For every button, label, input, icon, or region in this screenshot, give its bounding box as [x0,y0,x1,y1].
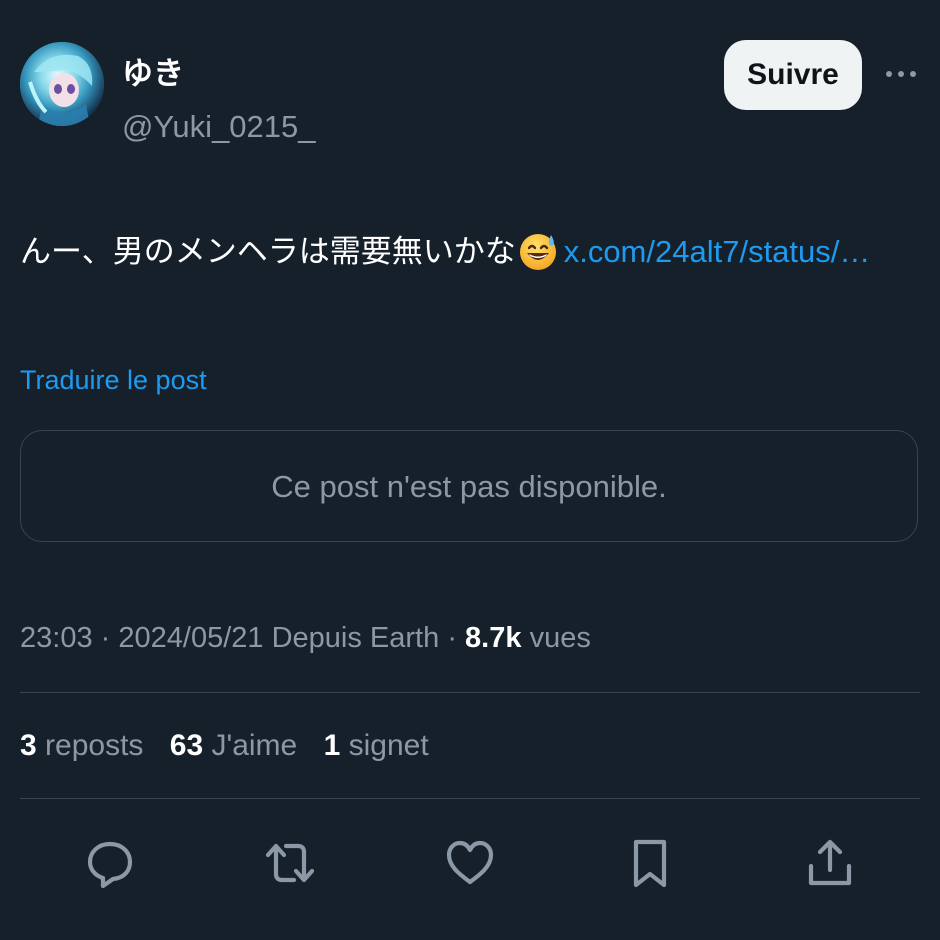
likes-count: 63 [169,729,204,762]
grinning-face-with-sweat-icon [518,231,558,271]
bookmark-icon[interactable] [623,836,677,890]
post-time[interactable]: 23:03 [20,622,93,654]
quoted-post-card[interactable]: Ce post n'est pas disponible. [20,430,918,542]
divider [20,692,920,693]
views-count: 8.7k [465,622,522,654]
post-body: んー、男のメンヘラは需要無いかな x.com/24alt7/status/… [20,228,870,276]
like-icon[interactable] [443,836,497,890]
author-display-name[interactable]: ゆき [122,55,184,93]
reposts-label: reposts [45,729,144,762]
repost-icon[interactable] [263,836,317,890]
views-label: vues [529,622,591,654]
reposts-stat[interactable]: 3 reposts [20,728,143,764]
author-handle[interactable]: @Yuki_0215_ [122,108,316,146]
post-meta: 23:03 · 2024/05/21 Depuis Earth · 8.7k v… [20,620,591,656]
post-link[interactable]: x.com/24alt7/status/… [564,234,871,269]
post-stats: 3 reposts 63 J'aime 1 signet [20,728,447,764]
post-source: Depuis Earth [271,622,440,654]
translate-post-link[interactable]: Traduire le post [20,362,207,398]
meta-separator: · [100,622,111,654]
action-bar [0,836,940,890]
share-icon[interactable] [803,836,857,890]
bookmarks-label: signet [348,729,429,762]
reply-icon[interactable] [83,836,137,890]
likes-stat[interactable]: 63 J'aime [170,728,297,764]
more-horizontal-icon[interactable] [884,64,918,84]
post-date[interactable]: 2024/05/21 [118,622,263,654]
divider [20,798,920,799]
avatar[interactable] [20,42,104,126]
bookmarks-stat[interactable]: 1 signet [324,728,429,764]
post-text: んー、男のメンヘラは需要無いかな [20,234,516,269]
tweet-detail-page: ゆき @Yuki_0215_ Suivre んー、男のメンヘラは需要無いかな x… [0,0,940,940]
meta-separator: · [447,622,457,654]
avatar-image [20,42,104,126]
bookmarks-count: 1 [323,729,341,762]
likes-label: J'aime [211,729,298,762]
follow-button[interactable]: Suivre [724,40,862,110]
reposts-count: 3 [20,729,37,762]
unavailable-message: Ce post n'est pas disponible. [271,469,667,504]
